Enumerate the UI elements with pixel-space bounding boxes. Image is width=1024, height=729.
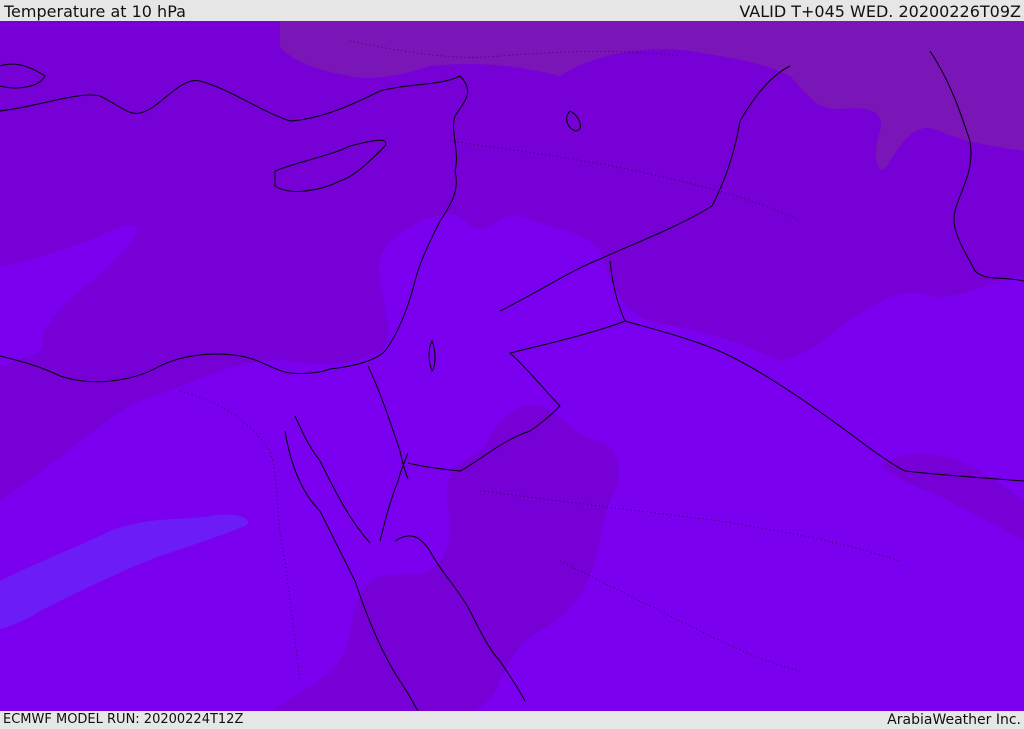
temperature-map — [0, 21, 1024, 711]
valid-time: VALID T+045 WED. 20200226T09Z — [739, 2, 1021, 21]
credit-text: ArabiaWeather Inc. — [887, 712, 1021, 728]
model-run: ECMWF MODEL RUN: 20200224T12Z — [3, 712, 244, 727]
map-title: Temperature at 10 hPa — [4, 2, 186, 21]
